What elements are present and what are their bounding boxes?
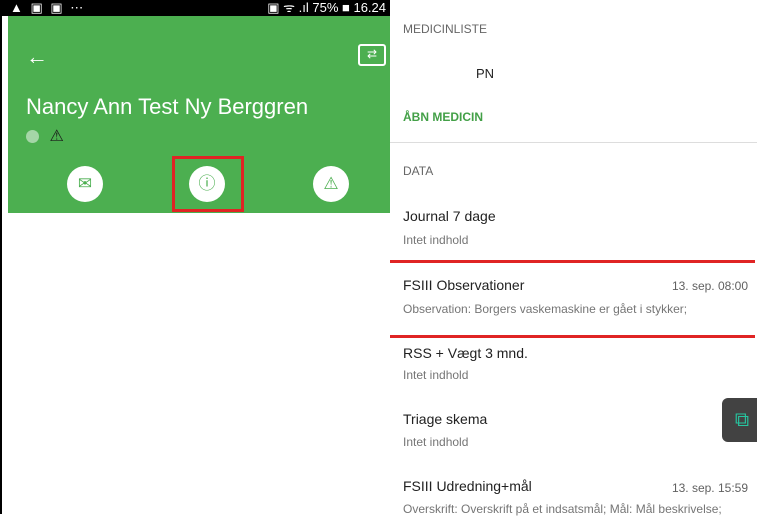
info-button-highlight: [172, 156, 244, 212]
patient-data-list: MEDICINLISTE PN ÅBN MEDICIN DATA Journal…: [390, 0, 757, 516]
open-medicin-link[interactable]: ÅBN MEDICIN: [403, 110, 483, 124]
mail-icon: ✉: [77, 174, 93, 193]
status-icons-left: ▲ ▣ ▣ ⋯: [10, 0, 86, 15]
status-dot-icon: [26, 129, 39, 143]
expand-icon: ⧉: [734, 409, 750, 431]
list-item-date: 13. sep. 15:59: [671, 481, 748, 495]
list-item-subtitle: Intet indhold: [403, 233, 469, 247]
patient-status-row: ⚠: [26, 126, 64, 146]
patient-name: Nancy Ann Test Ny Berggren: [26, 94, 309, 119]
status-bar: ▲ ▣ ▣ ⋯ ▣ ᯤ .ıl 75% ■ 16.24: [0, 0, 390, 16]
list-item-title: FSIII Udredning+mål: [403, 478, 532, 494]
divider: [390, 142, 757, 143]
list-item-subtitle: Intet indhold: [403, 368, 469, 382]
warning-button[interactable]: ⚠: [313, 166, 349, 202]
list-item-subtitle: Intet indhold: [403, 435, 469, 449]
float-action-button[interactable]: ⧉: [722, 398, 757, 442]
list-item-subtitle: Observation: Borgers vaskemaskine er gåe…: [403, 302, 688, 316]
medicinliste-label: MEDICINLISTE: [403, 22, 488, 36]
pn-label: PN: [476, 66, 495, 81]
list-item-title: Journal 7 dage: [403, 208, 496, 224]
left-border: [0, 0, 2, 514]
list-item-title: FSIII Observationer: [403, 277, 525, 293]
patient-header: ← ⇄ Nancy Ann Test Ny Berggren ⚠ ✉ ⓘ ⚠: [8, 16, 390, 213]
data-label: DATA: [403, 164, 434, 178]
swap-icon[interactable]: ⇄: [358, 44, 386, 66]
warning-icon: ⚠: [49, 128, 64, 145]
highlight-line-top: [390, 260, 755, 263]
list-item-date: 13. sep. 08:00: [671, 279, 748, 293]
arrow-left-icon[interactable]: ←: [26, 44, 48, 70]
highlight-line-bottom: [390, 335, 755, 338]
mail-button[interactable]: ✉: [67, 166, 103, 202]
warning-icon: ⚠: [323, 174, 339, 193]
list-item-title: Triage skema: [403, 411, 488, 427]
list-item-title: RSS + Vægt 3 mnd.: [403, 345, 528, 361]
phone-screen-left: ▲ ▣ ▣ ⋯ ▣ ᯤ .ıl 75% ■ 16.24 ← ⇄ Nancy An…: [0, 0, 390, 514]
status-icons-right: ▣ ᯤ .ıl 75% ■ 16.24: [267, 0, 386, 15]
